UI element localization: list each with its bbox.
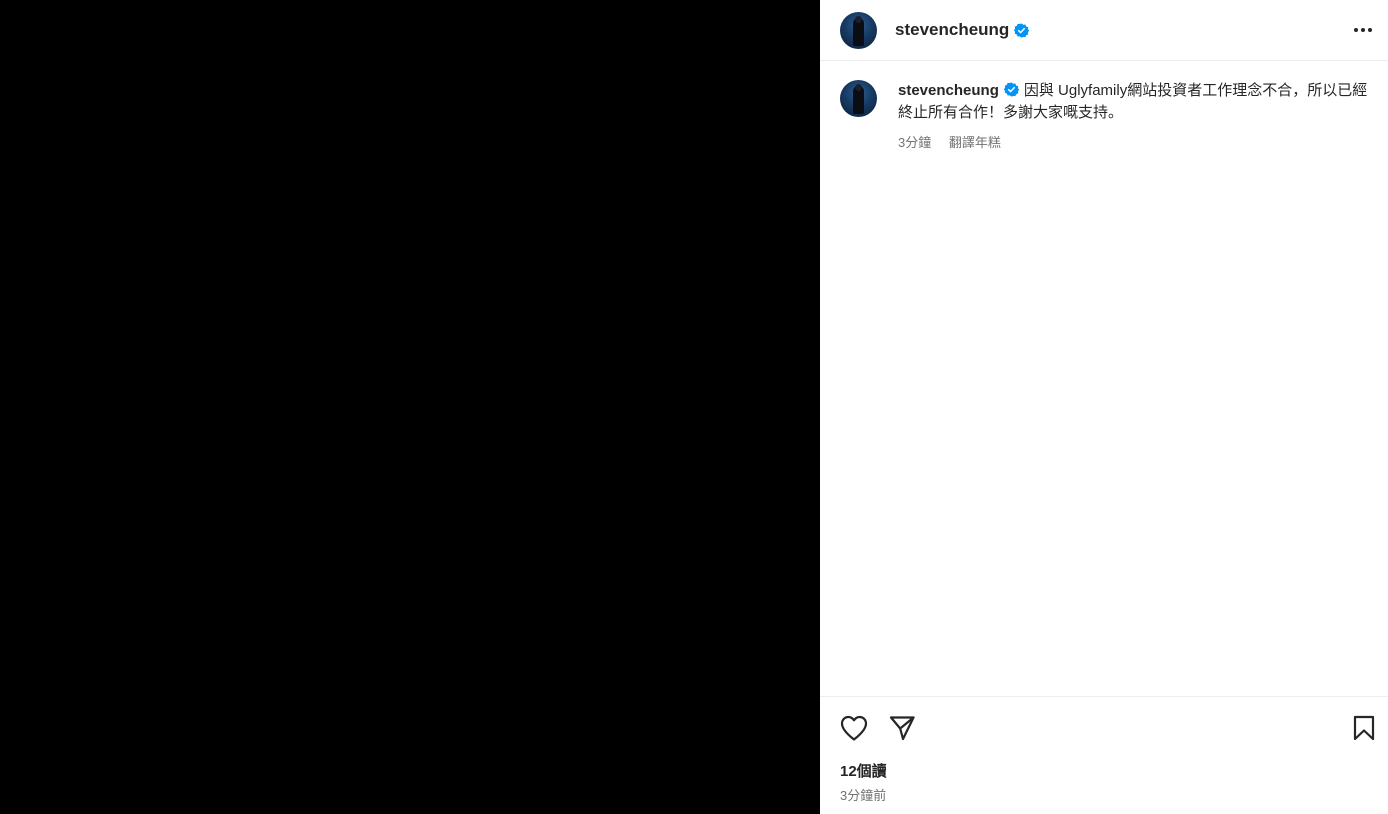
- caption-body: stevencheung 因與 Uglyfamily網站投資者工作理念不合，所以…: [898, 80, 1368, 151]
- caption-timestamp[interactable]: 3分鐘: [898, 135, 931, 150]
- caption-username[interactable]: stevencheung: [898, 82, 999, 99]
- translate-button[interactable]: 翻譯年糕: [949, 135, 1001, 150]
- post-timestamp[interactable]: 3分鐘前: [840, 785, 886, 804]
- post-footer: 12個讀 3分鐘前: [820, 696, 1388, 814]
- caption-text-block: stevencheung 因與 Uglyfamily網站投資者工作理念不合，所以…: [898, 80, 1368, 124]
- send-icon: [889, 716, 915, 741]
- post-sidebar: stevencheung stevencheung 因與 Uglyfamily網…: [820, 0, 1388, 814]
- verified-badge-icon: [1014, 22, 1030, 38]
- view-count[interactable]: 12個讀: [840, 760, 887, 781]
- like-button[interactable]: [838, 712, 870, 744]
- post-media[interactable]: [0, 0, 820, 814]
- caption: stevencheung 因與 Uglyfamily網站投資者工作理念不合，所以…: [840, 80, 1370, 151]
- author-avatar[interactable]: [840, 11, 877, 49]
- bookmark-icon: [1353, 715, 1375, 741]
- more-horizontal-icon: [1354, 28, 1372, 32]
- post-dialog: stevencheung stevencheung 因與 Uglyfamily網…: [0, 0, 1388, 814]
- verified-badge-icon: [1003, 82, 1019, 97]
- heart-icon: [840, 715, 868, 741]
- more-options-button[interactable]: [1352, 19, 1374, 41]
- share-button[interactable]: [886, 712, 918, 744]
- post-header: stevencheung: [820, 0, 1388, 61]
- caption-meta: 3分鐘 翻譯年糕: [898, 132, 1368, 151]
- caption-avatar[interactable]: [840, 80, 877, 117]
- action-bar: [838, 712, 1378, 744]
- save-button[interactable]: [1348, 712, 1380, 744]
- author-username[interactable]: stevencheung: [895, 20, 1009, 40]
